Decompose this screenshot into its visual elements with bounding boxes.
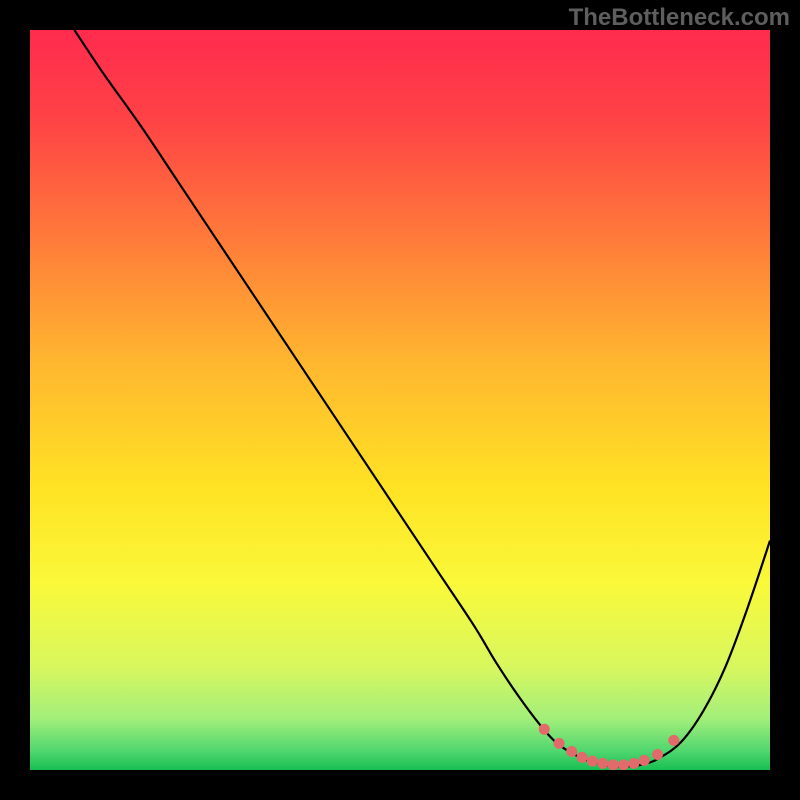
marker-dot (539, 724, 550, 735)
marker-dot (652, 749, 663, 760)
marker-dot (587, 756, 598, 767)
marker-dot (577, 752, 588, 763)
marker-dot (628, 758, 639, 769)
marker-dot (597, 758, 608, 769)
marker-dot (639, 755, 650, 766)
gradient-background (30, 30, 770, 770)
plot-area (30, 30, 770, 770)
marker-dot (566, 746, 577, 757)
marker-dot (618, 759, 629, 770)
marker-dot (668, 735, 679, 746)
watermark-text: TheBottleneck.com (569, 4, 790, 32)
chart-svg (30, 30, 770, 770)
marker-dot (554, 738, 565, 749)
marker-dot (608, 759, 619, 770)
chart-frame: TheBottleneck.com (0, 0, 800, 800)
